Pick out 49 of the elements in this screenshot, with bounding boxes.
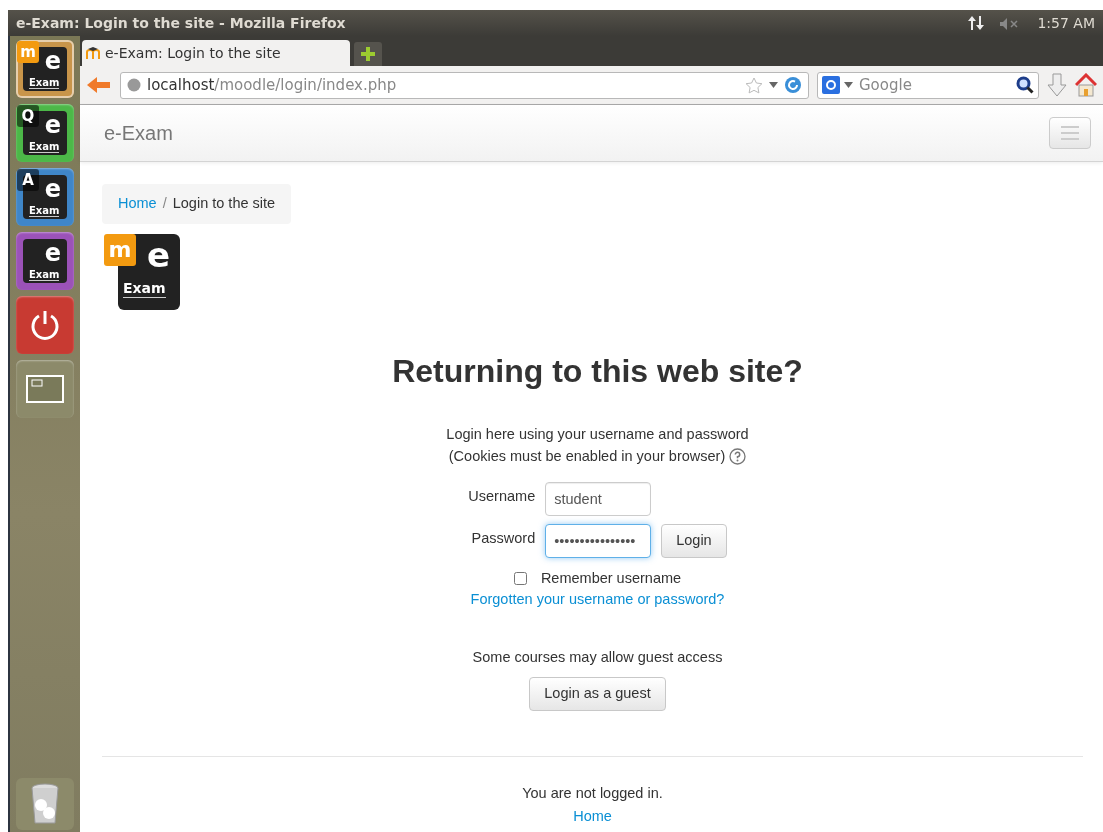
username-label: Username — [468, 486, 536, 506]
reload-icon[interactable] — [784, 76, 802, 94]
window-icon — [26, 375, 64, 403]
guest-login-button[interactable]: Login as a guest — [529, 676, 666, 711]
login-heading: Returning to this web site? — [392, 351, 803, 391]
username-field[interactable]: student — [545, 481, 652, 516]
clock[interactable]: 1:57 AM — [1037, 12, 1095, 34]
exam-launcher-tile[interactable]: m e Exam — [16, 40, 74, 98]
login-instructions: Login here using your username and password — [446, 425, 749, 445]
new-tab-button[interactable] — [354, 42, 382, 66]
login-status: You are not logged in. — [522, 783, 663, 803]
breadcrumb-separator: / — [162, 194, 167, 213]
guest-note: Some courses may allow guest access — [472, 648, 723, 668]
back-arrow-icon[interactable] — [86, 75, 112, 95]
footer-home-link[interactable]: Home — [573, 806, 612, 828]
dropdown-caret-icon[interactable] — [769, 82, 778, 88]
address-bar[interactable]: localhost/moodle/login/index.php — [120, 71, 809, 99]
exam-launcher-tile[interactable]: e Exam — [16, 232, 74, 290]
search-engine-icon[interactable] — [822, 76, 840, 94]
help-icon[interactable] — [729, 448, 747, 466]
dropdown-caret-icon[interactable] — [844, 82, 853, 88]
exam-launcher-tile[interactable]: Q e Exam — [16, 104, 74, 162]
login-button[interactable]: Login — [661, 523, 727, 558]
speaker-muted-icon[interactable] — [999, 16, 1020, 31]
search-icon[interactable] — [1016, 76, 1034, 94]
cap-logo-icon — [86, 46, 102, 60]
remember-label: Remember username — [540, 568, 682, 588]
menu-toggle-button[interactable] — [1049, 117, 1091, 149]
home-icon[interactable] — [1075, 73, 1097, 97]
exam-launcher-tile[interactable]: A e Exam — [16, 168, 74, 226]
power-launcher-tile[interactable] — [16, 296, 74, 354]
breadcrumb-current: Login to the site — [172, 194, 276, 213]
window-title: e-Exam: Login to the site - Mozilla Firefox — [16, 13, 346, 33]
site-brand[interactable]: e-Exam — [104, 118, 173, 148]
trash-icon — [30, 783, 60, 825]
password-label: Password — [470, 528, 536, 548]
remember-checkbox[interactable] — [513, 572, 527, 585]
trash-launcher-tile[interactable] — [16, 778, 74, 830]
plus-icon — [360, 46, 376, 62]
search-field[interactable]: Google — [817, 71, 1039, 99]
password-field[interactable]: •••••••••••••••• — [545, 523, 652, 558]
site-logo: m e Exam — [104, 233, 180, 312]
star-icon[interactable] — [745, 76, 763, 94]
cookies-note-text: (Cookies must be enabled in your browser) — [448, 446, 726, 466]
forgot-password-link[interactable]: Forgotten your username or password? — [470, 589, 725, 612]
network-icon — [967, 15, 986, 31]
workspace-launcher-tile[interactable] — [16, 360, 74, 418]
browser-tab[interactable]: e-Exam: Login to the site — [82, 40, 350, 66]
search-input[interactable]: Google — [857, 72, 1012, 98]
